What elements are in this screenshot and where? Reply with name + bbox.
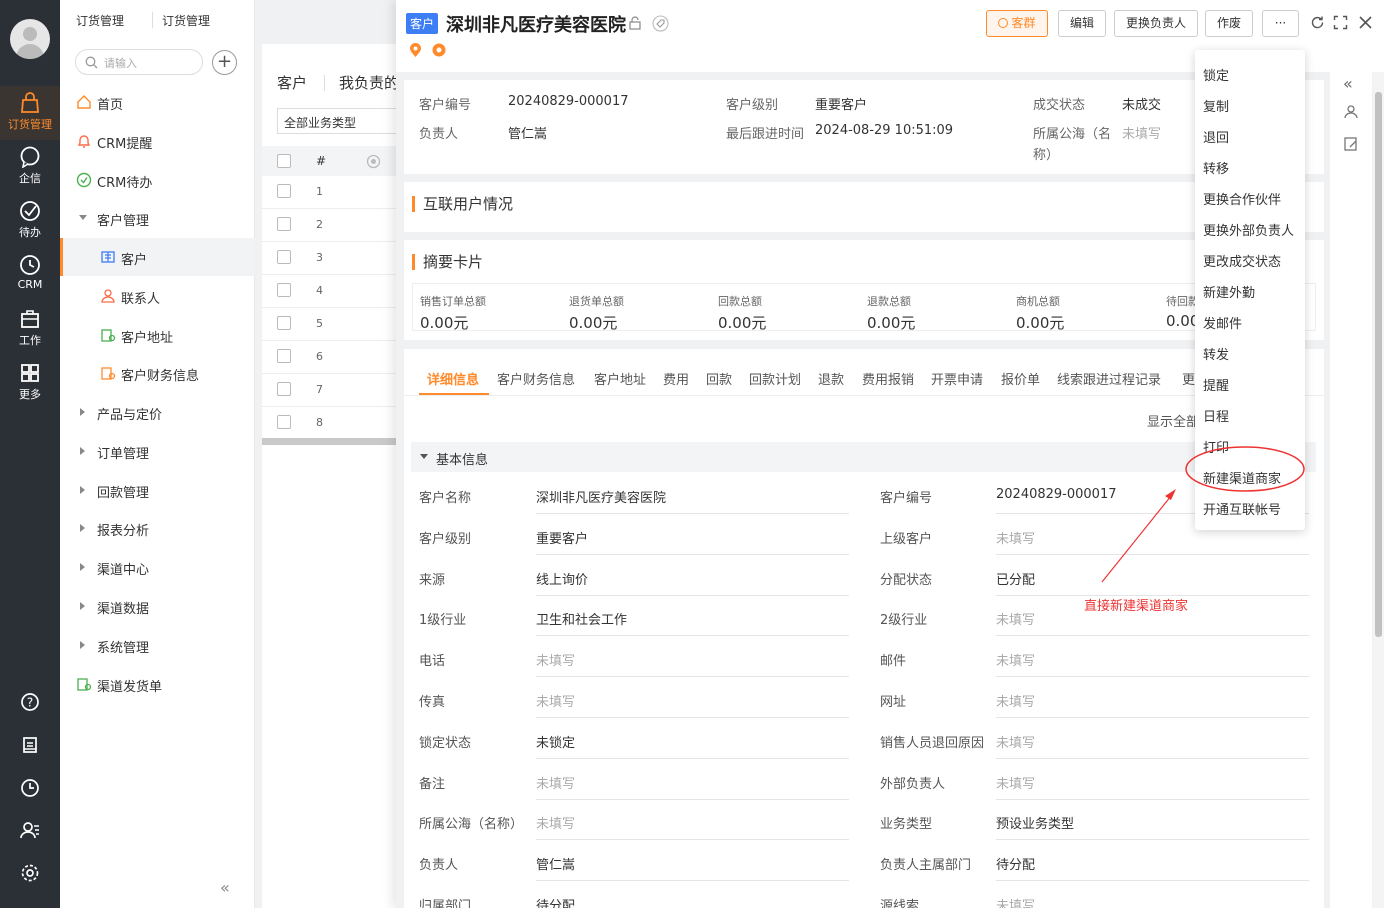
arrow-head [1165, 489, 1176, 500]
annotation-text: 直接新建渠道商家 [1084, 599, 1189, 614]
annotation-arrow [1101, 495, 1172, 583]
annotation-overlay [1101, 446, 1305, 583]
highlight-ellipse [1185, 446, 1305, 492]
